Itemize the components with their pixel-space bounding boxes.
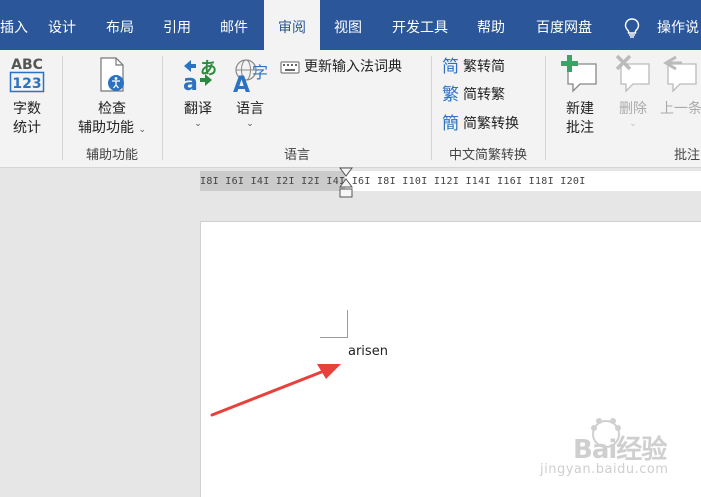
delete-comment-icon [615, 54, 650, 93]
previous-comment-icon [663, 55, 697, 93]
svg-text:あ: あ [200, 59, 217, 79]
group-separator [162, 56, 163, 160]
trad-to-simp-button[interactable]: 简繁转简 [442, 56, 505, 78]
update-ime-label: 更新输入法词典 [304, 59, 402, 75]
ribbon-tab-bar: 插入 设计 布局 引用 邮件 审阅 视图 开发工具 帮助 百度网盘 操作说 [0, 0, 701, 50]
new-comment-label-2: 批注 [566, 120, 594, 136]
margin-corner-mark [320, 310, 348, 338]
chevron-down-icon: ⌄ [138, 125, 146, 135]
svg-text:a: a [183, 71, 198, 94]
tab-review[interactable]: 审阅 [264, 0, 320, 50]
group-label-chinese-conversion: 中文简繁转换 [448, 148, 527, 163]
translate-button[interactable]: あ a 翻译 ⌄ [176, 56, 220, 129]
group-label-language: 语言 [283, 148, 310, 163]
word-count-label-1: 字数 [13, 101, 41, 117]
group-separator [545, 56, 546, 160]
watermark-brand: Bai经验 [573, 435, 667, 465]
delete-comment-button[interactable]: 删除 ⌄ [610, 54, 656, 129]
document-text[interactable]: arisen [348, 344, 388, 359]
check-label-2: 辅助功能 [78, 120, 134, 136]
previous-comment-button[interactable]: 上一条 [660, 54, 701, 119]
translate-icon: あ a [183, 59, 217, 96]
tab-view[interactable]: 视图 [326, 0, 370, 50]
tab-developer[interactable]: 开发工具 [384, 0, 456, 50]
svg-text:字: 字 [252, 63, 268, 82]
chevron-down-icon: ⌄ [246, 119, 254, 129]
chinese-conversion-label: 简繁转换 [463, 116, 519, 132]
chinese-conversion-button[interactable]: 簡简繁转换 [442, 113, 519, 135]
indent-marker-icon[interactable] [339, 167, 353, 199]
chinese-conversion-icon: 簡 [442, 114, 459, 134]
language-globe-icon: A 字 [233, 59, 268, 98]
tab-baidu-netdisk[interactable]: 百度网盘 [528, 0, 600, 50]
chevron-down-icon: ⌄ [194, 119, 202, 129]
simp-to-trad-label: 简转繁 [463, 87, 505, 103]
word-count-label-2: 统计 [13, 120, 41, 136]
watermark-site: jingyan.baidu.com [540, 462, 669, 477]
lightbulb-icon[interactable] [624, 18, 640, 38]
tab-mailings[interactable]: 邮件 [212, 0, 256, 50]
tab-design[interactable]: 设计 [40, 0, 84, 50]
simp-to-trad-button[interactable]: 繁简转繁 [442, 84, 505, 106]
chevron-down-icon: ⌄ [629, 119, 637, 129]
word-count-button[interactable]: ABC 123 字数 统计 [4, 54, 50, 138]
tab-insert[interactable]: 插入 [0, 0, 28, 50]
word-count-icon-top: ABC [11, 57, 43, 73]
check-accessibility-button[interactable]: 检查 辅助功能 ⌄ [72, 56, 152, 138]
word-count-icon-bottom: 123 [12, 76, 41, 92]
tab-help[interactable]: 帮助 [469, 0, 513, 50]
language-button[interactable]: A 字 语言 ⌄ [228, 56, 272, 129]
ruler-ticks: I8I I6I I4I I2I I2I I4I I6I I8I I10I I12… [200, 176, 586, 187]
delete-comment-label: 删除 [619, 101, 647, 117]
previous-comment-label: 上一条 [660, 101, 701, 117]
update-ime-dictionary-button[interactable]: 更新输入法词典 [280, 56, 402, 78]
translate-label: 翻译 [184, 101, 212, 117]
ribbon-panel: ABC 123 字数 统计 检查 辅助功能 ⌄ 辅助功能 あ a 翻译 ⌄ A … [0, 50, 701, 168]
check-label-1: 检查 [98, 101, 126, 117]
tab-references[interactable]: 引用 [155, 0, 199, 50]
new-comment-button[interactable]: 新建 批注 [556, 54, 604, 138]
trad-to-simp-label: 繁转简 [463, 59, 505, 75]
trad-to-simp-icon: 简 [442, 57, 459, 77]
group-separator [62, 56, 63, 160]
tab-layout[interactable]: 布局 [98, 0, 142, 50]
new-comment-label-1: 新建 [566, 101, 594, 117]
group-label-accessibility: 辅助功能 [85, 148, 138, 163]
group-label-comments: 批注 [674, 148, 701, 163]
tell-me-box[interactable]: 操作说 [657, 0, 699, 56]
simp-to-trad-icon: 繁 [442, 85, 459, 105]
new-comment-icon [561, 55, 597, 93]
keyboard-icon [280, 61, 300, 74]
check-accessibility-icon [100, 57, 124, 92]
svg-text:A: A [233, 73, 250, 94]
word-count-icon: ABC 123 [9, 57, 45, 93]
language-label: 语言 [236, 101, 264, 117]
